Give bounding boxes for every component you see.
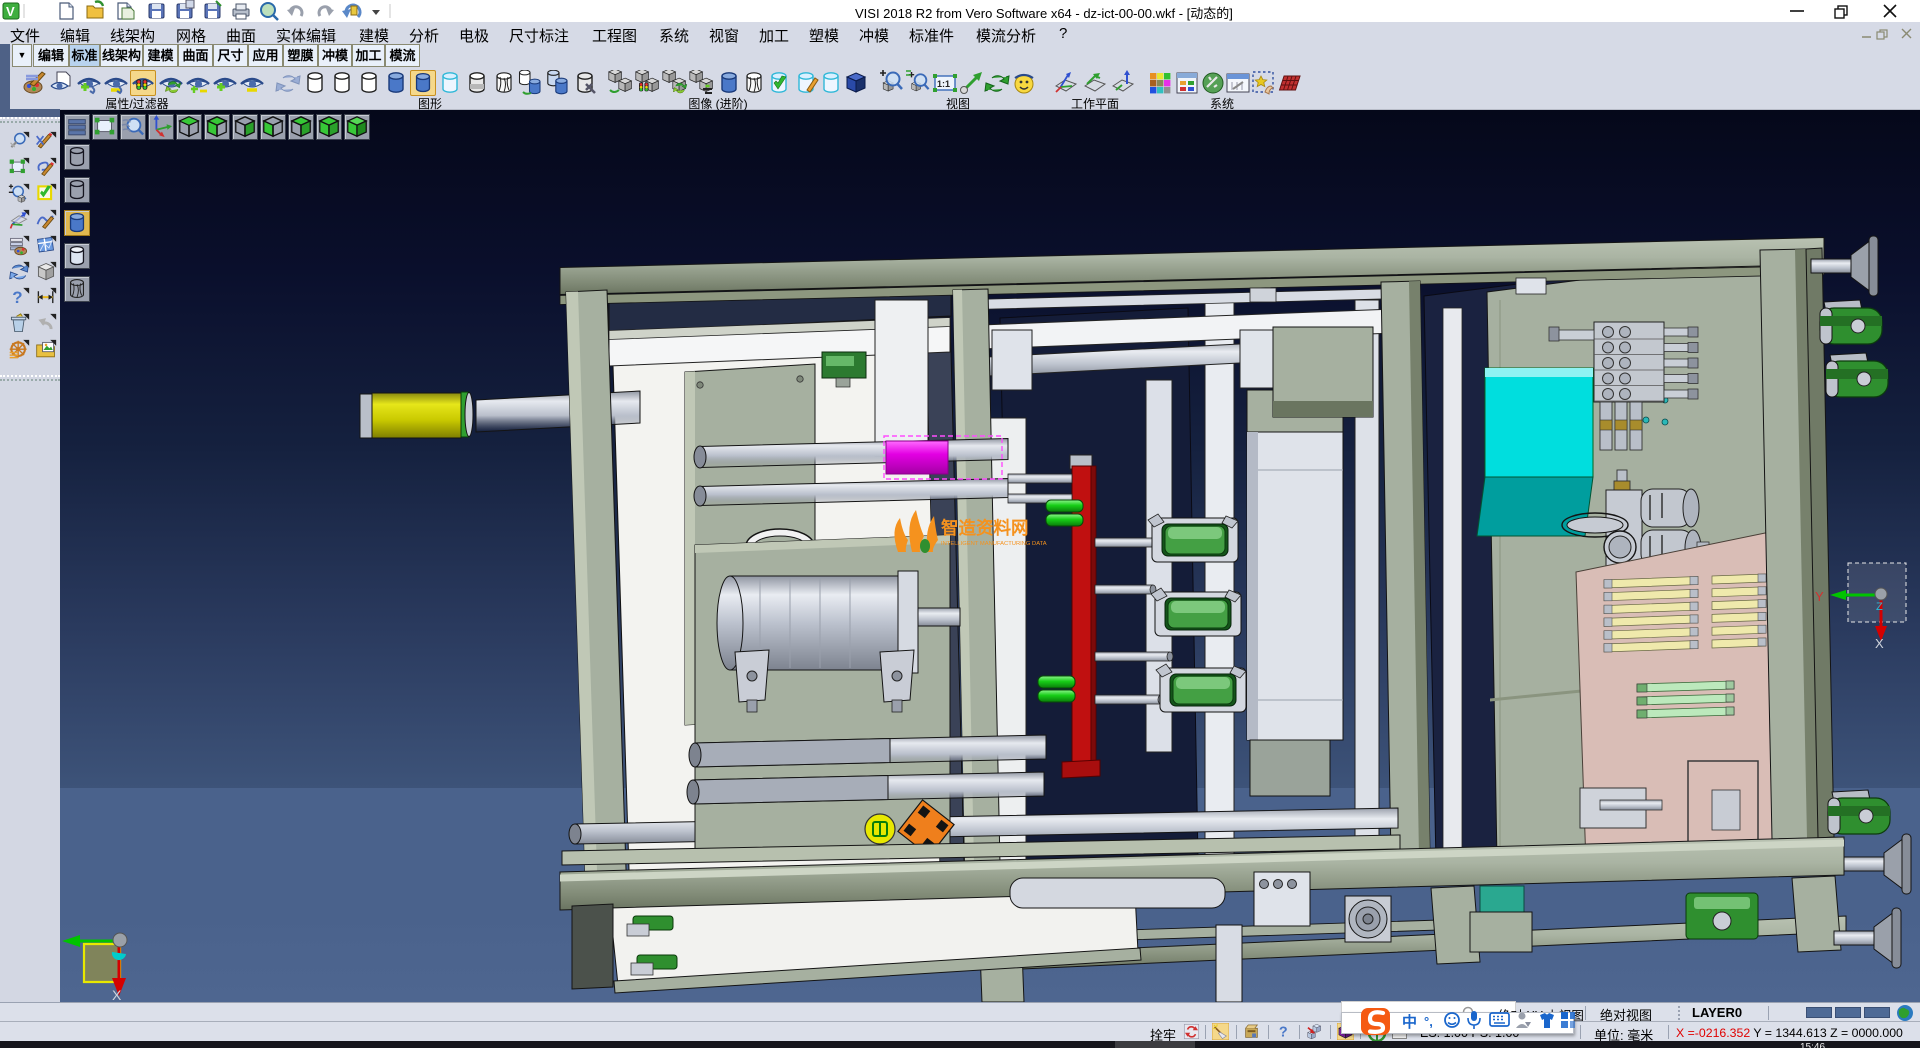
svg-text:Y: Y <box>1815 589 1824 604</box>
svg-text:中: 中 <box>1402 1013 1417 1031</box>
svg-text:V: V <box>6 4 15 19</box>
svg-text:X: X <box>1875 636 1884 651</box>
svg-text:INTELLIGENT MANUFACTURING DATA: INTELLIGENT MANUFACTURING DATA <box>941 541 1047 547</box>
svg-text:?: ? <box>1279 1025 1288 1040</box>
svg-text:智造资料网: 智造资料网 <box>941 518 1029 538</box>
svg-text:?: ? <box>12 288 22 307</box>
svg-text:X: X <box>112 987 122 1002</box>
svg-text:1:1: 1:1 <box>937 79 950 89</box>
svg-text:°,: °, <box>1424 1014 1433 1029</box>
svg-text:Z: Z <box>1876 601 1883 613</box>
